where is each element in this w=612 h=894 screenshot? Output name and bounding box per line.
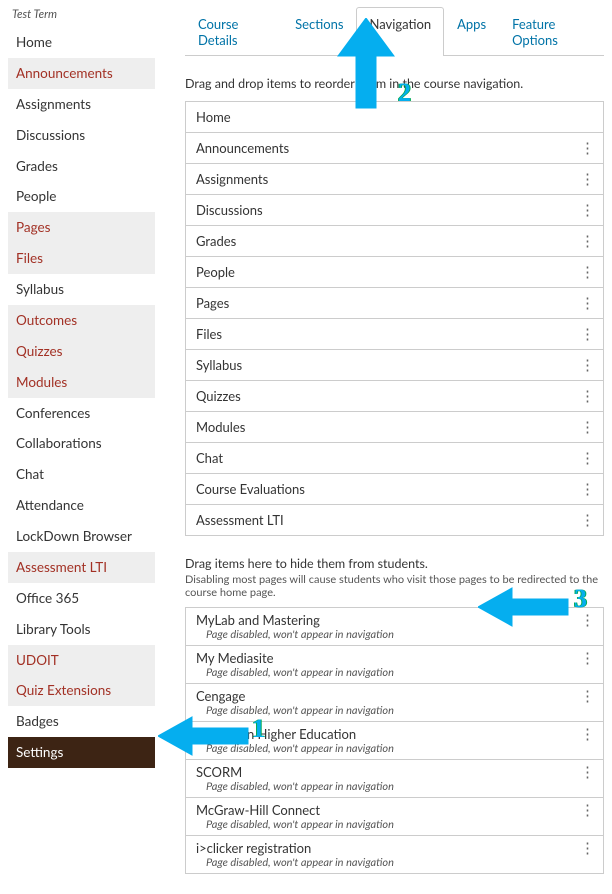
sidebar-item-announcements[interactable]: Announcements bbox=[8, 58, 155, 89]
annotation-arrow-2 bbox=[336, 18, 396, 110]
kebab-icon[interactable]: ⋮ bbox=[580, 362, 593, 368]
sidebar-item-badges[interactable]: Badges bbox=[8, 706, 155, 737]
nav-row[interactable]: People ⋮ bbox=[185, 257, 604, 288]
sidebar-item-pages[interactable]: Pages bbox=[8, 212, 155, 243]
nav-row-label: Chat bbox=[196, 450, 223, 466]
sidebar-item-library-tools[interactable]: Library Tools bbox=[8, 614, 155, 645]
kebab-icon[interactable]: ⋮ bbox=[580, 486, 593, 492]
nav-row-label: Modules bbox=[196, 419, 245, 435]
sidebar-item-modules[interactable]: Modules bbox=[8, 367, 155, 398]
nav-row-disabled[interactable]: McGraw-Hill Connect ⋮ Page disabled, won't… bbox=[185, 798, 604, 836]
nav-row[interactable]: Chat ⋮ bbox=[185, 443, 604, 474]
sidebar-item-office-365[interactable]: Office 365 bbox=[8, 583, 155, 614]
kebab-icon[interactable]: ⋮ bbox=[580, 655, 593, 661]
sidebar-item-quizzes[interactable]: Quizzes bbox=[8, 336, 155, 367]
nav-row-label: Course Evaluations bbox=[196, 481, 305, 497]
sidebar-item-people[interactable]: People bbox=[8, 181, 155, 212]
kebab-icon[interactable]: ⋮ bbox=[580, 238, 593, 244]
sidebar-item-assignments[interactable]: Assignments bbox=[8, 89, 155, 120]
kebab-icon[interactable]: ⋮ bbox=[580, 769, 593, 775]
nav-row[interactable]: Files ⋮ bbox=[185, 319, 604, 350]
annotation-number-1: 1 bbox=[252, 714, 265, 744]
kebab-icon[interactable]: ⋮ bbox=[580, 393, 593, 399]
sidebar-item-conferences[interactable]: Conferences bbox=[8, 398, 155, 429]
nav-row[interactable]: Grades ⋮ bbox=[185, 226, 604, 257]
nav-row-label: Announcements bbox=[196, 140, 289, 156]
nav-row[interactable]: Quizzes ⋮ bbox=[185, 381, 604, 412]
nav-row[interactable]: Syllabus ⋮ bbox=[185, 350, 604, 381]
kebab-icon[interactable]: ⋮ bbox=[580, 176, 593, 182]
annotation-arrow-3 bbox=[478, 586, 570, 628]
nav-row[interactable]: Modules ⋮ bbox=[185, 412, 604, 443]
sidebar-item-home[interactable]: Home bbox=[8, 27, 155, 58]
nav-row-disabled[interactable]: SCORM ⋮ Page disabled, won't appear in nav… bbox=[185, 760, 604, 798]
kebab-icon[interactable]: ⋮ bbox=[580, 300, 593, 306]
nav-row[interactable]: Course Evaluations ⋮ bbox=[185, 474, 604, 505]
kebab-icon[interactable]: ⋮ bbox=[580, 455, 593, 461]
nav-row-label: Assessment LTI bbox=[196, 512, 284, 528]
tab-feature-options[interactable]: Feature Options bbox=[499, 7, 604, 56]
nav-row[interactable]: Discussions ⋮ bbox=[185, 195, 604, 226]
nav-row-label: Pages bbox=[196, 295, 229, 311]
hide-description-1: Drag items here to hide them from studen… bbox=[185, 556, 604, 571]
sidebar: HomeAnnouncementsAssignmentsDiscussionsG… bbox=[8, 27, 155, 768]
nav-row-label: Quizzes bbox=[196, 388, 241, 404]
nav-row[interactable]: Assessment LTI ⋮ bbox=[185, 505, 604, 536]
kebab-icon[interactable]: ⋮ bbox=[580, 145, 593, 151]
sidebar-item-syllabus[interactable]: Syllabus bbox=[8, 274, 155, 305]
sidebar-item-udoit[interactable]: UDOIT bbox=[8, 645, 155, 676]
kebab-icon[interactable]: ⋮ bbox=[580, 207, 593, 213]
sidebar-item-settings[interactable]: Settings bbox=[8, 737, 155, 768]
kebab-icon[interactable]: ⋮ bbox=[580, 424, 593, 430]
kebab-icon[interactable]: ⋮ bbox=[580, 693, 593, 699]
nav-row-label: McGraw-Hill Connect bbox=[196, 802, 320, 818]
nav-row-label: Assignments bbox=[196, 171, 268, 187]
nav-row[interactable]: Announcements ⋮ bbox=[185, 133, 604, 164]
annotation-number-2: 2 bbox=[398, 78, 411, 108]
sidebar-item-attendance[interactable]: Attendance bbox=[8, 490, 155, 521]
nav-row-label: Cengage bbox=[196, 688, 245, 704]
sidebar-item-chat[interactable]: Chat bbox=[8, 459, 155, 490]
kebab-icon[interactable]: ⋮ bbox=[580, 269, 593, 275]
sidebar-item-files[interactable]: Files bbox=[8, 243, 155, 274]
nav-row-label: People bbox=[196, 264, 235, 280]
kebab-icon[interactable]: ⋮ bbox=[580, 807, 593, 813]
kebab-icon[interactable]: ⋮ bbox=[580, 331, 593, 337]
nav-row-label: Grades bbox=[196, 233, 236, 249]
nav-row-disabled[interactable]: i>clicker registration ⋮ Page disabled, wo… bbox=[185, 836, 604, 874]
tab-course-details[interactable]: Course Details bbox=[185, 7, 282, 56]
kebab-icon[interactable]: ⋮ bbox=[580, 517, 593, 523]
sidebar-item-grades[interactable]: Grades bbox=[8, 151, 155, 182]
sidebar-item-outcomes[interactable]: Outcomes bbox=[8, 305, 155, 336]
nav-row-sub: Page disabled, won't appear in navigatio… bbox=[196, 818, 593, 831]
nav-row[interactable]: Pages ⋮ bbox=[185, 288, 604, 319]
nav-row-disabled[interactable]: My Mediasite ⋮ Page disabled, won't appear… bbox=[185, 646, 604, 684]
kebab-icon[interactable]: ⋮ bbox=[580, 845, 593, 851]
nav-row-label: Discussions bbox=[196, 202, 263, 218]
nav-row-label: Syllabus bbox=[196, 357, 242, 373]
nav-row-sub: Page disabled, won't appear in navigatio… bbox=[196, 856, 593, 869]
sidebar-item-assessment-lti[interactable]: Assessment LTI bbox=[8, 552, 155, 583]
sidebar-item-discussions[interactable]: Discussions bbox=[8, 120, 155, 151]
nav-row-label: MyLab and Mastering bbox=[196, 612, 320, 628]
nav-row-label: My Mediasite bbox=[196, 650, 273, 666]
annotation-arrow-1 bbox=[158, 715, 250, 757]
nav-row-sub: Page disabled, won't appear in navigatio… bbox=[196, 628, 593, 641]
tab-apps[interactable]: Apps bbox=[444, 7, 499, 56]
kebab-icon[interactable]: ⋮ bbox=[580, 617, 593, 623]
enabled-nav-list: HomeAnnouncements⋮Assignments⋮Discussion… bbox=[185, 101, 604, 536]
nav-row-label: Home bbox=[196, 109, 231, 125]
term-label: Test Term bbox=[8, 6, 155, 27]
nav-row-label: i>clicker registration bbox=[196, 840, 311, 856]
nav-row-label: SCORM bbox=[196, 764, 242, 780]
sidebar-item-collaborations[interactable]: Collaborations bbox=[8, 428, 155, 459]
sidebar-item-quiz-extensions[interactable]: Quiz Extensions bbox=[8, 675, 155, 706]
nav-row-label: Files bbox=[196, 326, 222, 342]
nav-row-sub: Page disabled, won't appear in navigatio… bbox=[196, 666, 593, 679]
kebab-icon[interactable]: ⋮ bbox=[580, 731, 593, 737]
annotation-number-3: 3 bbox=[574, 584, 587, 614]
nav-row-sub: Page disabled, won't appear in navigatio… bbox=[196, 780, 593, 793]
sidebar-item-lockdown-browser[interactable]: LockDown Browser bbox=[8, 521, 155, 552]
nav-row[interactable]: Assignments ⋮ bbox=[185, 164, 604, 195]
